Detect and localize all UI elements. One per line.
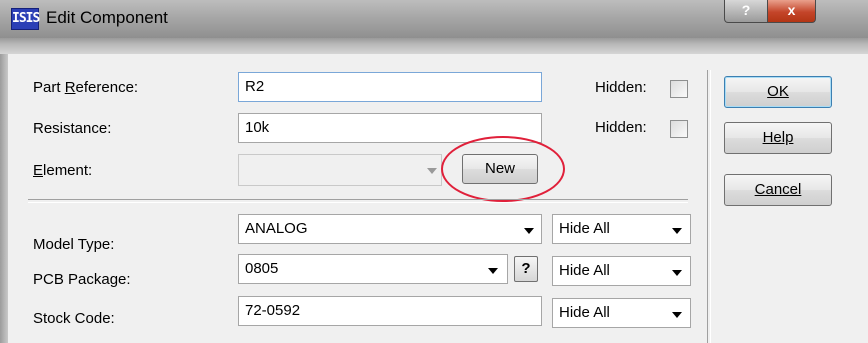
close-caption-button[interactable]: x — [767, 0, 816, 23]
pcb-package-chevron-down-icon — [488, 268, 498, 274]
part-reference-input[interactable]: R2 — [238, 72, 542, 102]
model-type-value: ANALOG — [245, 220, 308, 237]
element-label: Element: — [33, 162, 93, 179]
stock-code-label: Stock Code: — [33, 310, 115, 327]
model-type-chevron-down-icon — [524, 228, 534, 234]
pcb-package-value: 0805 — [245, 260, 279, 277]
isis-app-icon: ISIS — [11, 8, 40, 30]
cancel-button[interactable]: Cancel — [724, 174, 832, 206]
model-type-select[interactable]: ANALOG — [238, 214, 542, 244]
pcb-package-help-button[interactable]: ? — [514, 256, 538, 282]
stock-code-hide-value: Hide All — [559, 304, 610, 321]
pcb-package-hide-select[interactable]: Hide All — [552, 256, 691, 286]
ok-button[interactable]: OK — [724, 76, 832, 108]
pcb-package-label: PCB Package: — [33, 271, 131, 288]
pcb-package-hide-chevron-down-icon — [672, 270, 682, 276]
pcb-package-select[interactable]: 0805 — [238, 254, 508, 284]
resistance-hidden-checkbox[interactable] — [670, 120, 688, 138]
stock-code-hide-chevron-down-icon — [672, 312, 682, 318]
resistance-hidden-label: Hidden: — [595, 119, 647, 136]
window-title: Edit Component — [46, 8, 168, 27]
model-type-hide-chevron-down-icon — [672, 228, 682, 234]
vertical-divider — [707, 70, 711, 343]
stock-code-input[interactable]: 72-0592 — [238, 296, 542, 326]
window-frame-left — [0, 54, 8, 343]
section-separator — [28, 199, 688, 203]
help-button[interactable]: Help — [724, 122, 832, 154]
window-frame-top — [0, 38, 868, 54]
part-reference-label: Part Reference: — [33, 79, 139, 96]
help-button-label: Help — [762, 129, 794, 146]
element-mnemonic: E — [33, 162, 44, 179]
element-select[interactable] — [238, 154, 442, 186]
help-caption-button[interactable]: ? — [724, 0, 768, 23]
highlight-circle-annotation — [441, 136, 565, 202]
resistance-label: Resistance: — [33, 120, 112, 137]
cancel-button-label: Cancel — [754, 181, 802, 198]
ok-button-label: OK — [767, 83, 789, 100]
stock-code-hide-select[interactable]: Hide All — [552, 298, 691, 328]
pcb-package-hide-value: Hide All — [559, 262, 610, 279]
model-type-hide-value: Hide All — [559, 220, 610, 237]
part-reference-mnemonic: R — [64, 79, 76, 96]
model-type-hide-select[interactable]: Hide All — [552, 214, 691, 244]
part-reference-hidden-label: Hidden: — [595, 79, 647, 96]
model-type-label: Model Type: — [33, 236, 115, 253]
element-dropdown-arrow-icon — [427, 168, 437, 174]
part-reference-hidden-checkbox[interactable] — [670, 80, 688, 98]
